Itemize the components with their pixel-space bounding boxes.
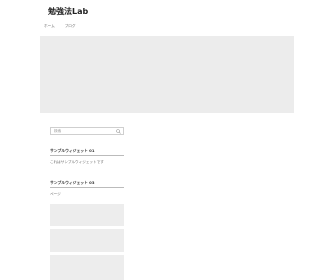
widget-placeholder-box (50, 229, 124, 252)
widget-divider (50, 187, 124, 188)
search-input[interactable]: 検索 (50, 127, 124, 135)
search-icon[interactable] (116, 129, 121, 134)
widget-title-01: サンプルウィジェット 01 (50, 148, 95, 153)
widget-text-01: これはサンプルウィジェットです (50, 160, 104, 164)
widget-link-page[interactable]: ページ (50, 192, 61, 197)
nav-item-blog[interactable]: ブログ (65, 24, 76, 29)
widget-placeholder-box (50, 255, 124, 280)
search-placeholder: 検索 (54, 128, 62, 133)
nav-item-home[interactable]: ホーム (44, 24, 55, 29)
widget-divider (50, 155, 124, 156)
widget-title-03: サンプルウィジェット 03 (50, 180, 95, 185)
global-nav: ホーム ブログ (44, 24, 75, 29)
widget-placeholder-box (50, 204, 124, 226)
header-banner (40, 36, 294, 113)
site-title[interactable]: 勉強法Lab (48, 6, 88, 17)
